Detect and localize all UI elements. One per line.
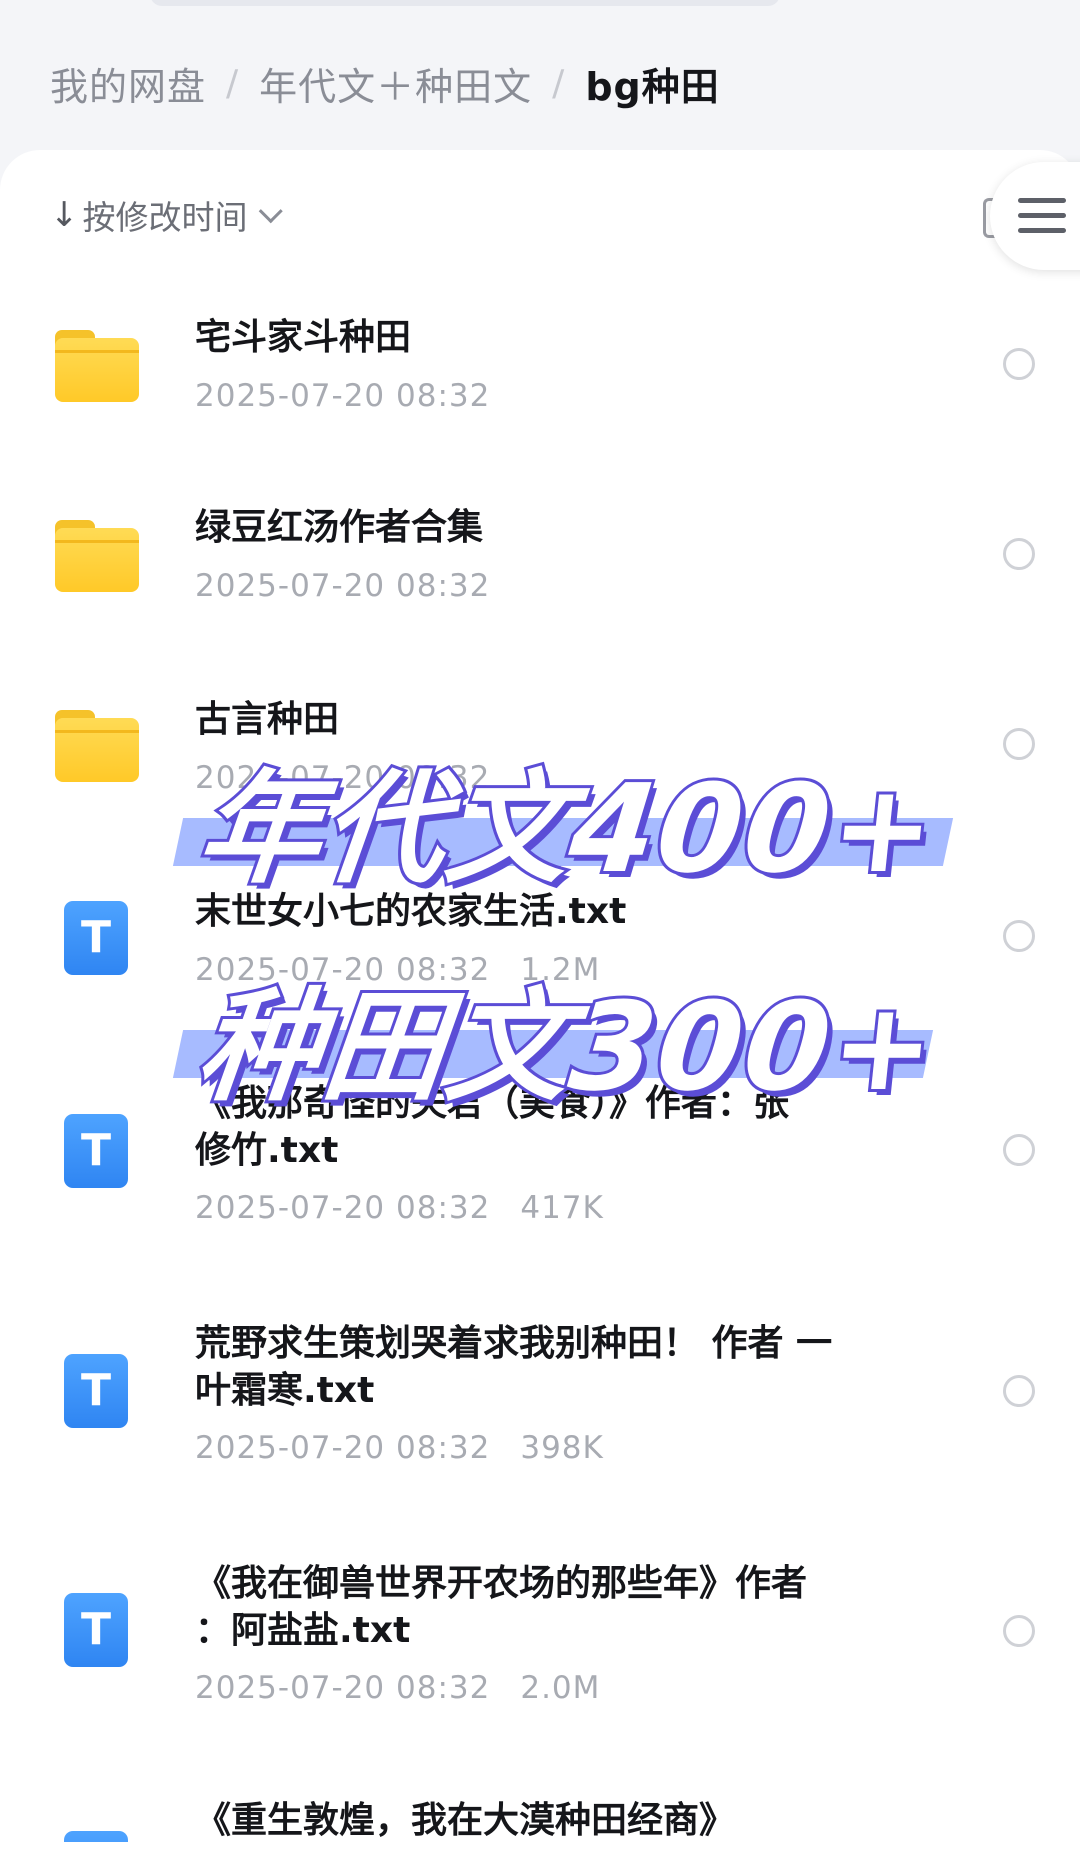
breadcrumb-current-folder: bg种田: [585, 64, 720, 109]
file-meta: 2025-07-20 08:32 398K: [195, 1430, 604, 1466]
radio-circle-icon[interactable]: [1003, 1615, 1035, 1647]
file-name-line1: 荒野求生策划哭着求我别种田！ 作者 一: [195, 1323, 833, 1364]
radio-circle-icon[interactable]: [1003, 1134, 1035, 1166]
list-item-file[interactable]: T 《我那奇怪的夫君（美食）》作者：张 修竹.txt 2025-07-20 08…: [0, 1080, 1080, 1270]
file-name-line2: ：阿盐盐.txt: [195, 1610, 411, 1651]
folder-icon: [55, 710, 139, 782]
file-date: 2025-07-20 08:32: [195, 1670, 491, 1706]
text-file-icon: T: [64, 901, 128, 975]
top-handle-bar: [150, 0, 780, 6]
file-meta: 2025-07-20 08:32 1.2M: [195, 952, 600, 988]
file-date: 2025-07-20 08:32: [195, 378, 491, 414]
file-size: 2.0M: [520, 1670, 601, 1706]
file-size: 398K: [520, 1430, 604, 1466]
file-name: 宅斗家斗种田: [195, 317, 412, 358]
file-date: 2025-07-20 08:32: [195, 1430, 491, 1466]
radio-circle-icon[interactable]: [1003, 538, 1035, 570]
radio-circle-icon[interactable]: [1003, 1375, 1035, 1407]
list-item-file[interactable]: T 《我在御兽世界开农场的那些年》作者 ：阿盐盐.txt 2025-07-20 …: [0, 1560, 1080, 1750]
sort-selector[interactable]: ↓ 按修改时间: [50, 190, 283, 240]
list-item-file[interactable]: T 《重生敦煌，我在大漠种田经商》: [0, 1797, 1080, 1842]
file-date: 2025-07-20 08:32: [195, 1190, 491, 1226]
breadcrumb-separator: /: [226, 62, 240, 104]
folder-icon: [55, 520, 139, 592]
file-name-line1: 《我在御兽世界开农场的那些年》作者: [195, 1563, 808, 1604]
radio-circle-icon[interactable]: [1003, 920, 1035, 952]
text-file-icon: T: [64, 1354, 128, 1428]
file-name-line1: 《我那奇怪的夫君（美食）》作者：张: [195, 1083, 790, 1124]
breadcrumb: 我的网盘 / 年代文＋种田文 / bg种田: [50, 56, 720, 110]
list-item-folder[interactable]: 绿豆红汤作者合集 2025-07-20 08:32: [0, 492, 1080, 652]
file-name-line2: 叶霜寒.txt: [195, 1370, 375, 1411]
text-file-icon: T: [64, 1831, 128, 1842]
file-size: 1.2M: [520, 952, 601, 988]
breadcrumb-parent-folder[interactable]: 年代文＋种田文: [259, 56, 532, 111]
file-date: 2025-07-20 08:32: [195, 760, 491, 796]
file-date: 2025-07-20 08:32: [195, 952, 491, 988]
list-item-folder[interactable]: 宅斗家斗种田 2025-07-20 08:32: [0, 300, 1080, 460]
sort-label: 按修改时间: [82, 198, 248, 237]
list-item-file[interactable]: T 荒野求生策划哭着求我别种田！ 作者 一 叶霜寒.txt 2025-07-20…: [0, 1320, 1080, 1510]
list-item-folder[interactable]: 古言种田 2025-07-20 08:32: [0, 682, 1080, 842]
file-meta: 2025-07-20 08:32 417K: [195, 1190, 604, 1226]
sort-direction-icon: ↓: [50, 195, 79, 235]
text-file-icon: T: [64, 1114, 128, 1188]
menu-icon: [1018, 198, 1066, 243]
file-date: 2025-07-20 08:32: [195, 568, 491, 604]
breadcrumb-separator: /: [552, 62, 566, 104]
list-item-file[interactable]: T 末世女小七的农家生活.txt 2025-07-20 08:32 1.2M: [0, 875, 1080, 1035]
radio-circle-icon[interactable]: [1003, 728, 1035, 760]
file-name-line2: 修竹.txt: [195, 1130, 339, 1171]
text-file-icon: T: [64, 1593, 128, 1667]
file-meta: 2025-07-20 08:32 2.0M: [195, 1670, 600, 1706]
file-name: 古言种田: [195, 699, 340, 740]
radio-circle-icon[interactable]: [1003, 348, 1035, 380]
folder-icon: [55, 330, 139, 402]
file-name-line1: 《重生敦煌，我在大漠种田经商》: [195, 1800, 736, 1841]
file-name: 末世女小七的农家生活.txt: [195, 891, 627, 932]
file-name: 绿豆红汤作者合集: [195, 507, 484, 548]
file-size: 417K: [520, 1190, 604, 1226]
breadcrumb-my-drive[interactable]: 我的网盘: [50, 56, 206, 111]
